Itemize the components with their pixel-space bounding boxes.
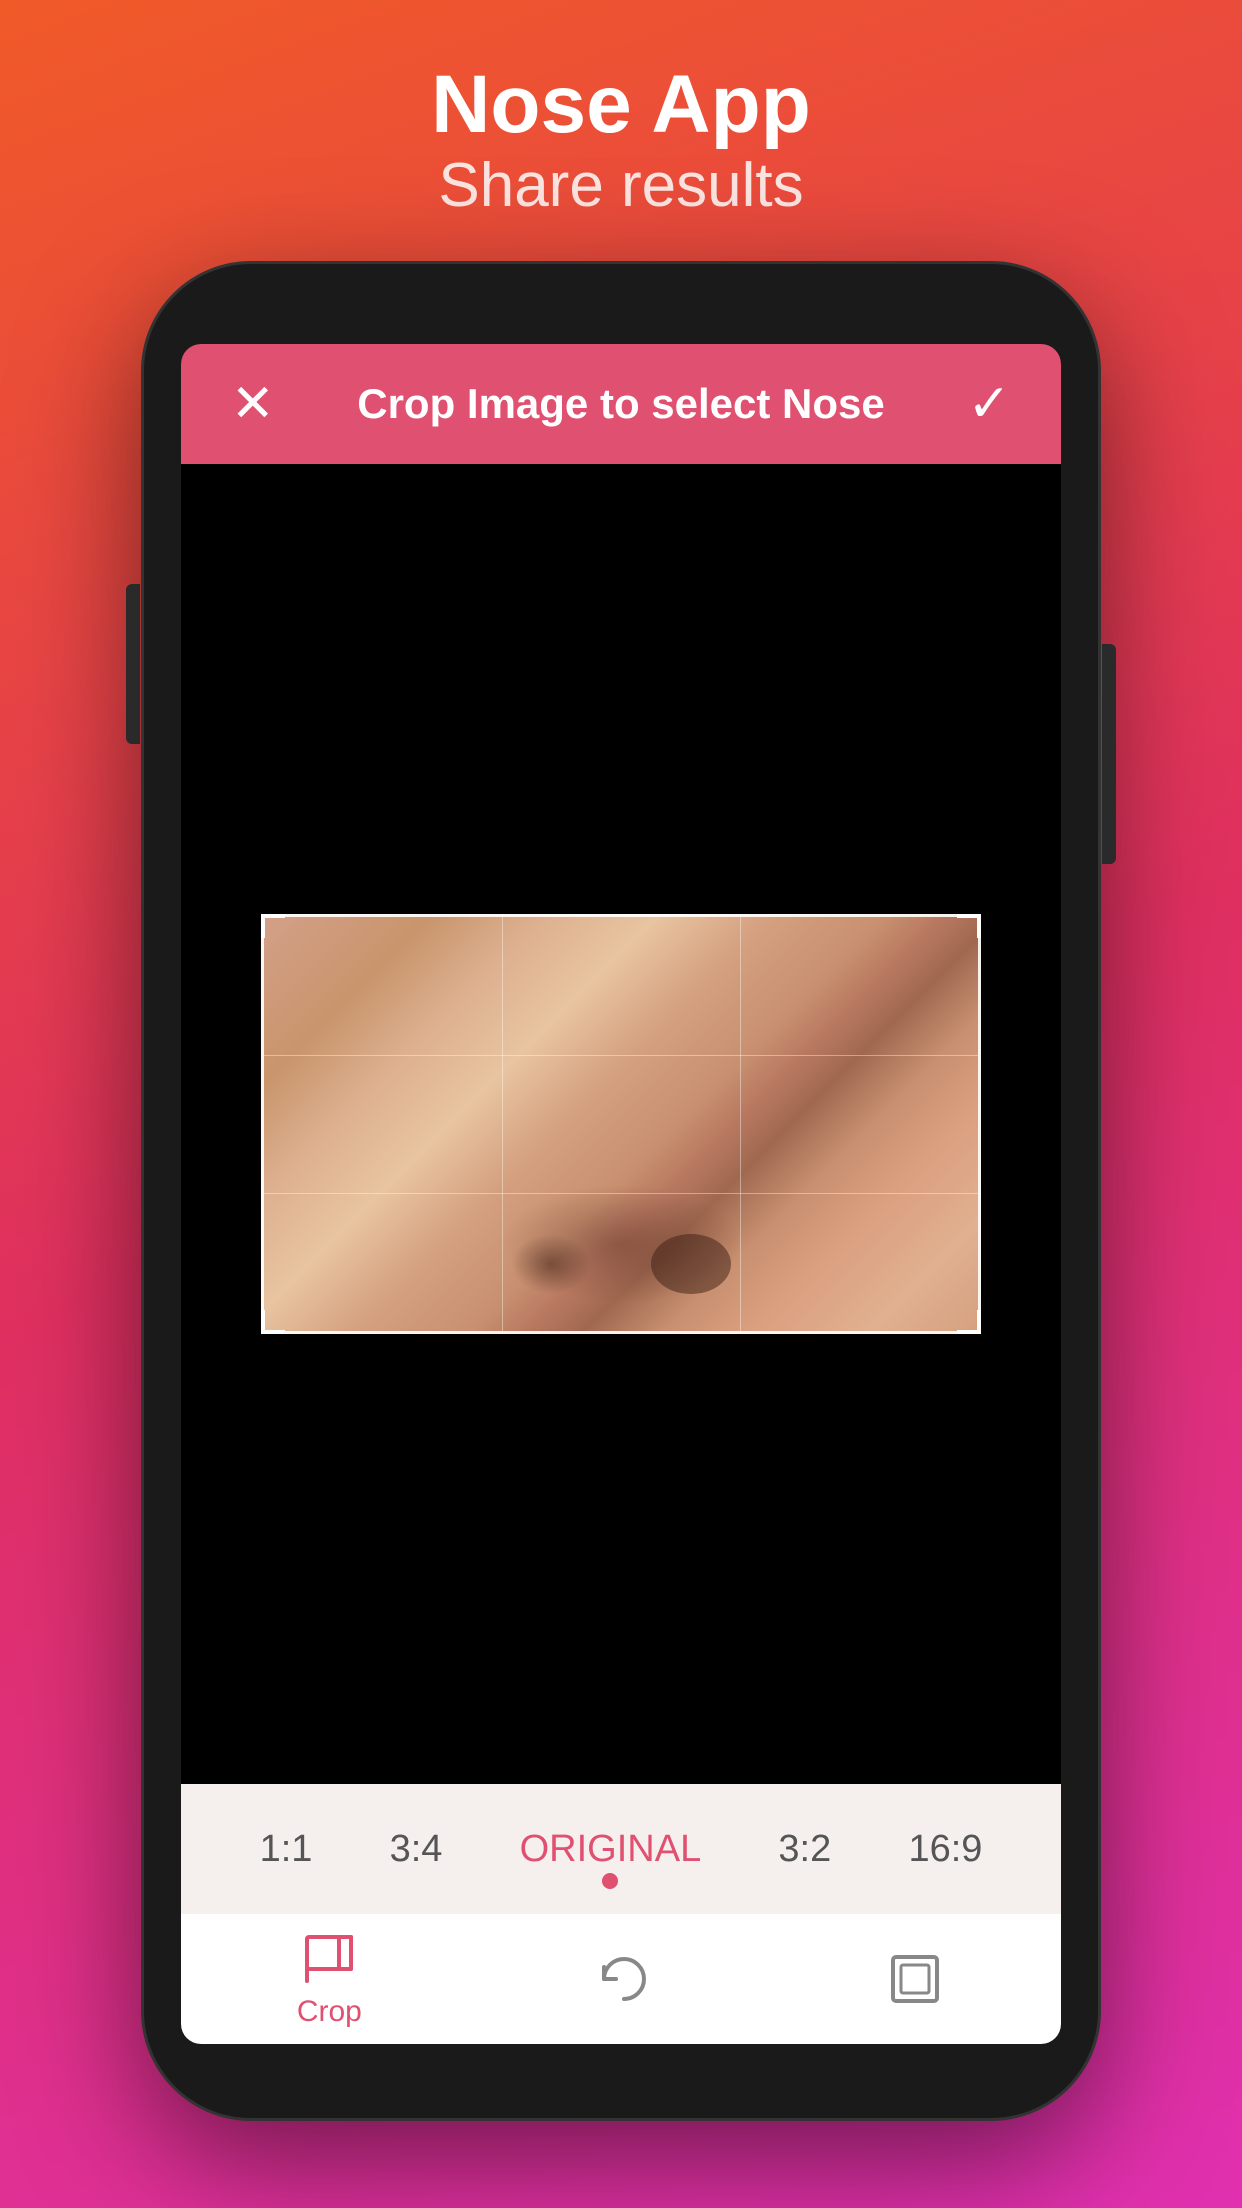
crop-handle-tl[interactable] [261,914,285,938]
crop-handle-br[interactable] [957,1310,981,1334]
app-subtitle: Share results [431,150,811,221]
crop-grid [261,914,981,1334]
crop-handle-tr[interactable] [957,914,981,938]
ratio-original[interactable]: ORIGINAL [500,1818,722,1881]
crop-container[interactable] [261,914,981,1334]
crop-grid-lines [264,917,978,1331]
ratio-1-1[interactable]: 1:1 [240,1818,333,1881]
bottom-toolbar: Crop [181,1914,1061,2044]
cancel-button[interactable]: ✕ [231,374,275,434]
image-area [181,464,1061,1784]
crop-toolbar: ✕ Crop Image to select Nose ✓ [181,344,1061,464]
crop-handle-bl[interactable] [261,1310,285,1334]
grid-line-h2 [264,1193,978,1194]
ratio-16-9[interactable]: 16:9 [888,1818,1002,1881]
header-section: Nose App Share results [431,0,811,221]
phone-frame: ✕ Crop Image to select Nose ✓ [141,261,1101,2121]
toolbar-title: Crop Image to select Nose [275,380,968,428]
crop-tool-label: Crop [297,1995,362,2029]
confirm-button[interactable]: ✓ [967,374,1011,434]
aspect-tool-button[interactable] [885,1949,945,2009]
reset-tool-button[interactable] [594,1949,654,2009]
crop-tool-button[interactable]: Crop [297,1929,362,2029]
ratio-3-2[interactable]: 3:2 [758,1818,851,1881]
ratio-bar: 1:1 3:4 ORIGINAL 3:2 16:9 [181,1784,1061,1914]
aspect-icon [885,1949,945,2009]
grid-line-v2 [740,917,741,1331]
crop-icon [299,1929,359,1989]
grid-line-v1 [502,917,503,1331]
ratio-3-4[interactable]: 3:4 [370,1818,463,1881]
reset-icon [594,1949,654,2009]
grid-line-h1 [264,1055,978,1056]
phone-screen: ✕ Crop Image to select Nose ✓ [181,344,1061,2044]
app-background: Nose App Share results ✕ Crop Image to s… [0,0,1242,2208]
app-title: Nose App [431,60,811,150]
